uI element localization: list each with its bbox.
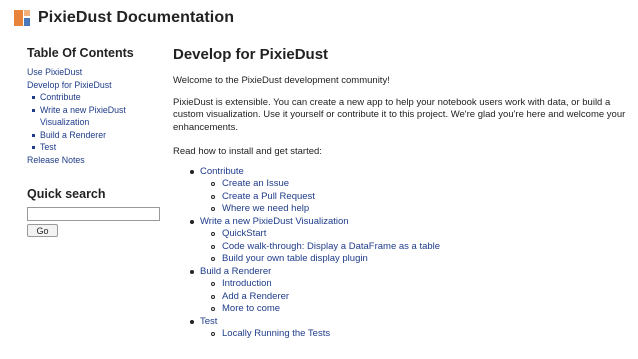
topic-subitem: Build your own table display plugin	[206, 253, 628, 266]
topic-item: Build a Renderer Introduction Add a Rend…	[188, 266, 628, 316]
toc-subitem: Contribute	[31, 91, 167, 104]
topic-subitem: Introduction	[206, 278, 628, 291]
topic-sublink[interactable]: Build your own table display plugin	[222, 253, 368, 264]
topic-sublink[interactable]: More to come	[222, 303, 280, 314]
pixiedust-logo-icon[interactable]	[14, 10, 30, 26]
toc: Use PixieDust Develop for PixieDust Cont…	[27, 66, 167, 166]
site-header: PixieDust Documentation	[14, 6, 234, 30]
topic-sublink[interactable]: Where we need help	[222, 203, 309, 214]
toc-link-test[interactable]: Test	[40, 141, 167, 154]
topic-subitem: Where we need help	[206, 203, 628, 216]
read-how-text: Read how to install and get started:	[173, 146, 322, 157]
topic-subitem: Code walk-through: Display a DataFrame a…	[206, 241, 628, 254]
toc-link-develop[interactable]: Develop for PixieDust	[27, 79, 167, 92]
topic-item: Write a new PixieDust Visualization Quic…	[188, 216, 628, 266]
topic-sublink[interactable]: Create an Issue	[222, 178, 289, 189]
topic-link-contribute[interactable]: Contribute	[200, 166, 244, 177]
topic-sublink[interactable]: Create a Pull Request	[222, 191, 315, 202]
topic-subitem: QuickStart	[206, 228, 628, 241]
topic-link-test[interactable]: Test	[200, 316, 217, 327]
main-content: Develop for PixieDust Welcome to the Pix…	[173, 46, 628, 341]
topic-list: Contribute Create an Issue Create a Pull…	[173, 166, 628, 341]
topic-item: Contribute Create an Issue Create a Pull…	[188, 166, 628, 216]
toc-subitem: Write a new PixieDust Visualization	[31, 104, 167, 129]
topic-subitem: Create a Pull Request	[206, 191, 628, 204]
toc-link-contribute[interactable]: Contribute	[40, 91, 167, 104]
site-title[interactable]: PixieDust Documentation	[38, 9, 234, 27]
topic-item: Test Locally Running the Tests	[188, 316, 628, 341]
sidebar: Table Of Contents Use PixieDust Develop …	[27, 46, 167, 237]
toc-link-renderer[interactable]: Build a Renderer	[40, 129, 167, 142]
topic-subitem: Locally Running the Tests	[206, 328, 628, 341]
topic-link-visualization[interactable]: Write a new PixieDust Visualization	[200, 216, 349, 227]
search-go-button[interactable]: Go	[27, 224, 58, 237]
topic-sublink[interactable]: Add a Renderer	[222, 291, 289, 302]
toc-sublist: Contribute Write a new PixieDust Visuali…	[27, 91, 167, 154]
body-text: PixieDust is extensible. You can create …	[173, 96, 626, 133]
topic-link-renderer[interactable]: Build a Renderer	[200, 266, 271, 277]
topic-sublink[interactable]: QuickStart	[222, 228, 266, 239]
toc-title: Table Of Contents	[27, 46, 134, 60]
toc-link-visualization[interactable]: Write a new PixieDust Visualization	[40, 104, 132, 129]
toc-subitem: Test	[31, 141, 167, 154]
toc-link-use-pixiedust[interactable]: Use PixieDust	[27, 66, 167, 79]
topic-sublink[interactable]: Code walk-through: Display a DataFrame a…	[222, 241, 440, 252]
page-title: Develop for PixieDust	[173, 46, 329, 63]
topic-subitem: Create an Issue	[206, 178, 628, 191]
toc-subitem: Build a Renderer	[31, 129, 167, 142]
toc-link-release-notes[interactable]: Release Notes	[27, 154, 167, 167]
topic-subitem: More to come	[206, 303, 628, 316]
quick-search-title: Quick search	[27, 187, 106, 201]
topic-subitem: Add a Renderer	[206, 291, 628, 304]
topic-sublink[interactable]: Locally Running the Tests	[222, 328, 330, 339]
search-input[interactable]	[27, 207, 160, 221]
topic-sublink[interactable]: Introduction	[222, 278, 272, 289]
intro-text: Welcome to the PixieDust development com…	[173, 75, 390, 86]
